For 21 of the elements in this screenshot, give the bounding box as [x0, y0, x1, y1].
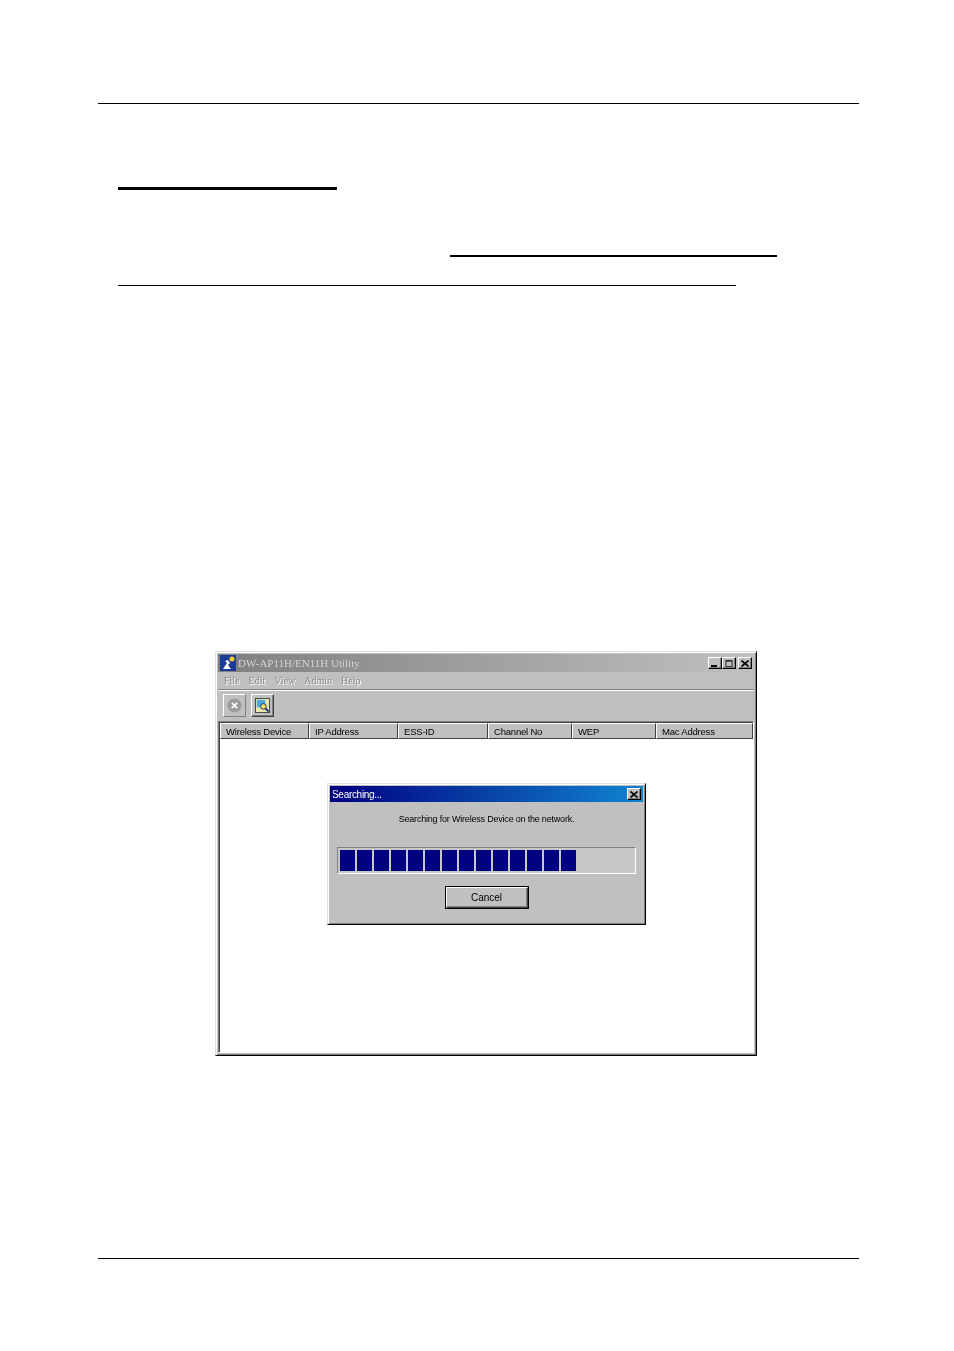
column-header[interactable]: IP Address	[309, 723, 398, 739]
maximize-button[interactable]	[722, 657, 736, 669]
close-button[interactable]	[738, 657, 752, 669]
stop-icon	[227, 698, 242, 713]
cancel-button[interactable]: Cancel	[445, 887, 528, 908]
column-header[interactable]: ESS-ID	[398, 723, 488, 739]
column-header[interactable]: Wireless Device	[220, 723, 309, 739]
window-title: DW-AP11H/EN11H Utility	[238, 657, 360, 669]
close-icon	[741, 659, 749, 667]
dialog-title: Searching...	[332, 788, 382, 800]
column-header[interactable]: Mac Address	[656, 723, 753, 739]
minimize-button[interactable]	[708, 657, 722, 669]
status-message: Searching for Wireless Device on the network.	[398, 814, 575, 824]
column-header[interactable]: Channel No	[488, 723, 572, 739]
app-icon	[220, 655, 236, 671]
close-icon	[630, 790, 638, 798]
dialog-close-button[interactable]	[627, 788, 641, 800]
search-button[interactable]	[251, 694, 274, 717]
search-icon	[255, 698, 270, 713]
maximize-icon	[725, 659, 733, 667]
column-header[interactable]: WEP	[572, 723, 656, 739]
